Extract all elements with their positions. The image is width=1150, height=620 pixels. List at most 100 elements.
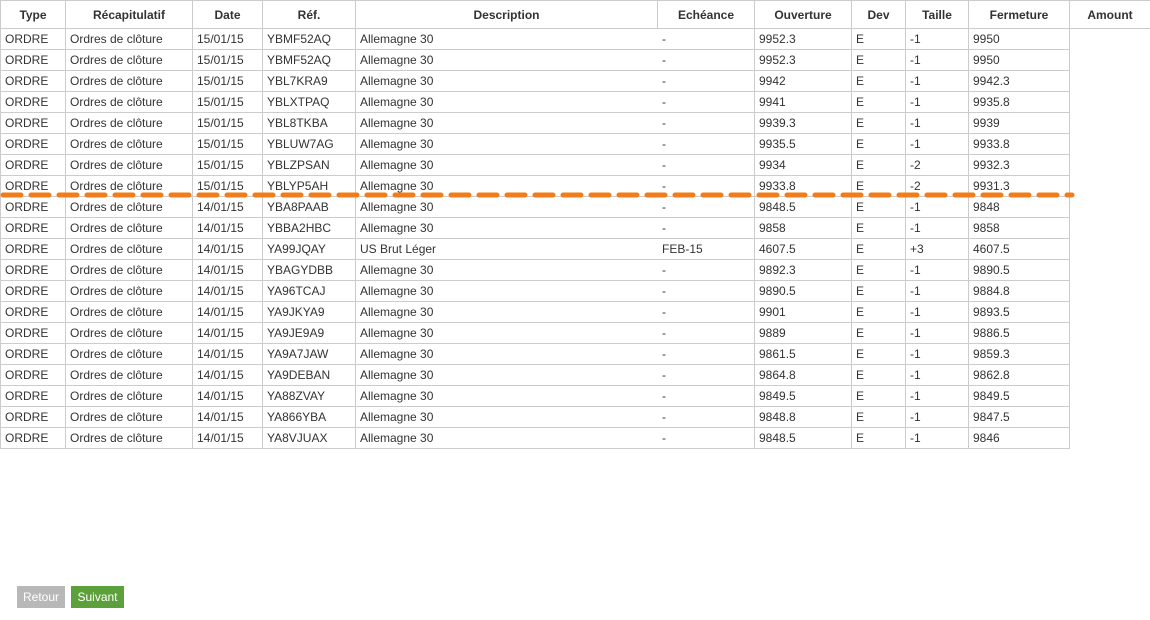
cell-amount xyxy=(1069,301,1150,323)
table-row[interactable]: ORDRE Ordres de clôture 14/01/15 YA9DEBAN Al… xyxy=(0,364,1150,386)
cell-ref: YA9JE9A9 xyxy=(262,322,356,344)
cell-ref: YBMF52AQ xyxy=(262,49,356,71)
cell-description: Allemagne 30 xyxy=(355,364,658,386)
cell-amount xyxy=(1069,406,1150,428)
cell-taille: -1 xyxy=(905,133,969,155)
cell-ref: YBLUW7AG xyxy=(262,133,356,155)
cell-echeance: - xyxy=(657,133,755,155)
table-row[interactable]: ORDRE Ordres de clôture 15/01/15 YBLXTPAQ Al… xyxy=(0,91,1150,113)
cell-amount xyxy=(1069,49,1150,71)
cell-recap: Ordres de clôture xyxy=(65,427,193,449)
cell-type: ORDRE xyxy=(0,238,66,260)
cell-echeance: - xyxy=(657,322,755,344)
cell-description: Allemagne 30 xyxy=(355,217,658,239)
next-button[interactable]: Suivant xyxy=(71,586,124,608)
column-header-amount[interactable]: Amount xyxy=(1069,0,1150,29)
description-text: Allemagne 30 xyxy=(360,305,434,320)
cell-type: ORDRE xyxy=(0,322,66,344)
column-header-fermeture[interactable]: Fermeture xyxy=(968,0,1070,29)
cell-date: 14/01/15 xyxy=(192,217,263,239)
column-header-date[interactable]: Date xyxy=(192,0,263,29)
cell-fermeture: 9950 xyxy=(968,49,1070,71)
cell-recap: Ordres de clôture xyxy=(65,133,193,155)
description-text: Allemagne 30 xyxy=(360,179,434,194)
cell-ouverture: 9935.5 xyxy=(754,133,852,155)
cell-recap: Ordres de clôture xyxy=(65,28,193,50)
table-row[interactable]: ORDRE Ordres de clôture 14/01/15 YBAGYDBB Al… xyxy=(0,259,1150,281)
cell-echeance: - xyxy=(657,280,755,302)
cell-recap: Ordres de clôture xyxy=(65,406,193,428)
table-row[interactable]: ORDRE Ordres de clôture 14/01/15 YBBA2HBC Al… xyxy=(0,217,1150,239)
cell-ouverture: 9934 xyxy=(754,154,852,176)
cell-amount xyxy=(1069,259,1150,281)
cell-amount xyxy=(1069,343,1150,365)
table-row[interactable]: ORDRE Ordres de clôture 15/01/15 YBL7KRA9 Al… xyxy=(0,70,1150,92)
table-row[interactable]: ORDRE Ordres de clôture 14/01/15 YA9JE9A9 Al… xyxy=(0,322,1150,344)
description-text: Allemagne 30 xyxy=(360,53,434,68)
cell-dev: E xyxy=(851,28,906,50)
cell-description: Allemagne 30 xyxy=(355,385,658,407)
cell-ref: YBMF52AQ xyxy=(262,28,356,50)
cell-recap: Ordres de clôture xyxy=(65,385,193,407)
table-row[interactable]: ORDRE Ordres de clôture 14/01/15 YA9A7JAW Al… xyxy=(0,343,1150,365)
cell-recap: Ordres de clôture xyxy=(65,112,193,134)
cell-description: Allemagne 30 xyxy=(355,280,658,302)
column-header-recap[interactable]: Récapitulatif xyxy=(65,0,193,29)
cell-date: 14/01/15 xyxy=(192,322,263,344)
back-button[interactable]: Retour xyxy=(17,586,65,608)
cell-fermeture: 9933.8 xyxy=(968,133,1070,155)
cell-description: Allemagne 30 xyxy=(355,343,658,365)
column-header-ouverture[interactable]: Ouverture xyxy=(754,0,852,29)
cell-ref: YA96TCAJ xyxy=(262,280,356,302)
cell-dev: E xyxy=(851,112,906,134)
table-row[interactable]: ORDRE Ordres de clôture 14/01/15 YA8VJUAX Al… xyxy=(0,427,1150,449)
column-header-type[interactable]: Type xyxy=(0,0,66,29)
cell-fermeture: 4607.5 xyxy=(968,238,1070,260)
cell-taille: -1 xyxy=(905,322,969,344)
table-row[interactable]: ORDRE Ordres de clôture 15/01/15 YBLZPSAN Al… xyxy=(0,154,1150,176)
column-header-description[interactable]: Description xyxy=(355,0,658,29)
table-row[interactable]: ORDRE Ordres de clôture 15/01/15 YBL8TKBA Al… xyxy=(0,112,1150,134)
table-row[interactable]: ORDRE Ordres de clôture 14/01/15 YA88ZVAY Al… xyxy=(0,385,1150,407)
description-text: Allemagne 30 xyxy=(360,431,434,446)
cell-echeance: - xyxy=(657,427,755,449)
cell-date: 14/01/15 xyxy=(192,280,263,302)
table-row[interactable]: ORDRE Ordres de clôture 14/01/15 YBA8PAAB Al… xyxy=(0,196,1150,218)
cell-taille: -1 xyxy=(905,49,969,71)
table-row[interactable]: ORDRE Ordres de clôture 14/01/15 YA866YBA Al… xyxy=(0,406,1150,428)
table-row[interactable]: ORDRE Ordres de clôture 14/01/15 YA9JKYA9 Al… xyxy=(0,301,1150,323)
table-row[interactable]: ORDRE Ordres de clôture 14/01/15 YA99JQAY US… xyxy=(0,238,1150,260)
cell-date: 15/01/15 xyxy=(192,91,263,113)
cell-date: 14/01/15 xyxy=(192,259,263,281)
table-row[interactable]: ORDRE Ordres de clôture 15/01/15 YBLYP5AH Al… xyxy=(0,175,1150,197)
cell-description: Allemagne 30 xyxy=(355,175,658,197)
column-header-echeance[interactable]: Echéance xyxy=(657,0,755,29)
cell-dev: E xyxy=(851,238,906,260)
column-header-ref[interactable]: Réf. xyxy=(262,0,356,29)
cell-description: Allemagne 30 xyxy=(355,49,658,71)
cell-echeance: - xyxy=(657,406,755,428)
description-text: Allemagne 30 xyxy=(360,158,434,173)
cell-taille: -1 xyxy=(905,385,969,407)
cell-amount xyxy=(1069,28,1150,50)
cell-fermeture: 9847.5 xyxy=(968,406,1070,428)
cell-recap: Ordres de clôture xyxy=(65,91,193,113)
cell-description: Allemagne 30 xyxy=(355,322,658,344)
cell-date: 14/01/15 xyxy=(192,343,263,365)
cell-ouverture: 9939.3 xyxy=(754,112,852,134)
column-header-dev[interactable]: Dev xyxy=(851,0,906,29)
cell-date: 15/01/15 xyxy=(192,49,263,71)
cell-taille: -1 xyxy=(905,217,969,239)
cell-date: 14/01/15 xyxy=(192,301,263,323)
table-row[interactable]: ORDRE Ordres de clôture 15/01/15 YBLUW7AG Al… xyxy=(0,133,1150,155)
column-header-taille[interactable]: Taille xyxy=(905,0,969,29)
cell-ref: YA9A7JAW xyxy=(262,343,356,365)
table-row[interactable]: ORDRE Ordres de clôture 15/01/15 YBMF52AQ Al… xyxy=(0,28,1150,50)
cell-recap: Ordres de clôture xyxy=(65,49,193,71)
cell-ouverture: 9889 xyxy=(754,322,852,344)
cell-type: ORDRE xyxy=(0,175,66,197)
table-row[interactable]: ORDRE Ordres de clôture 14/01/15 YA96TCAJ Al… xyxy=(0,280,1150,302)
cell-ref: YBA8PAAB xyxy=(262,196,356,218)
table-row[interactable]: ORDRE Ordres de clôture 15/01/15 YBMF52AQ Al… xyxy=(0,49,1150,71)
description-text: US Brut Léger xyxy=(360,242,437,257)
